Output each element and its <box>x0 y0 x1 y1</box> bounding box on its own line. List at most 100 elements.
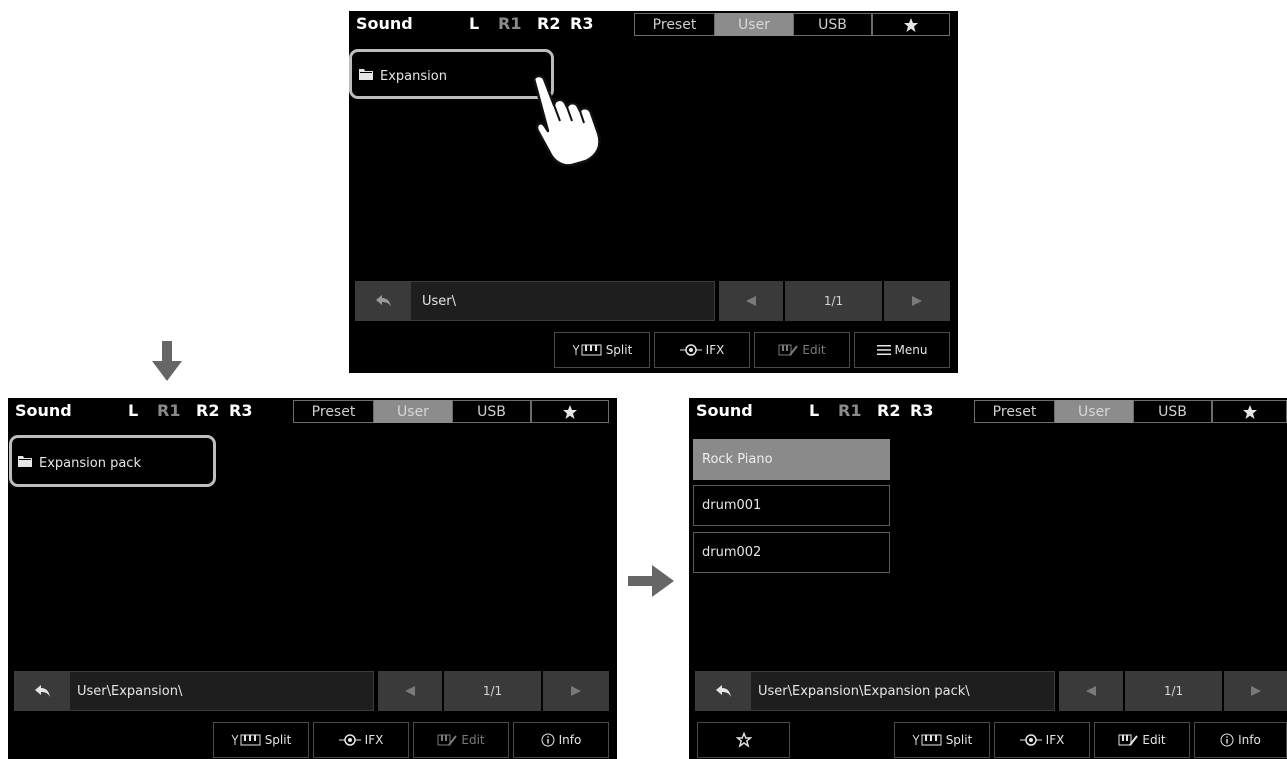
ifx-button[interactable]: IFX <box>313 722 409 758</box>
split-button[interactable]: Split <box>554 332 650 368</box>
back-arrow-icon <box>34 685 50 697</box>
edit-icon <box>437 734 458 746</box>
arrow-right-icon <box>628 565 674 597</box>
ifx-icon <box>338 734 361 746</box>
edit-label: Edit <box>461 733 485 747</box>
screen-user-root: Sound L R1 R2 R3 Preset User USB Expansi… <box>349 11 958 373</box>
list-item[interactable]: Rock Piano <box>693 439 890 480</box>
part-r2[interactable]: R2 <box>877 401 900 420</box>
part-r1[interactable]: R1 <box>498 14 521 33</box>
ifx-label: IFX <box>1045 733 1065 747</box>
split-button[interactable]: Split <box>213 722 309 758</box>
info-icon <box>541 733 555 747</box>
folder-item[interactable]: Expansion pack <box>18 455 141 471</box>
tab-user[interactable]: User <box>715 13 793 36</box>
prev-page-button[interactable] <box>1059 671 1123 711</box>
ifx-icon <box>1019 734 1042 746</box>
ifx-button[interactable]: IFX <box>654 332 750 368</box>
triangle-right-icon <box>1250 686 1261 696</box>
header-title: Sound <box>696 401 753 420</box>
triangle-right-icon <box>912 296 922 306</box>
edit-button[interactable]: Edit <box>413 722 509 758</box>
folder-item[interactable]: Expansion <box>359 68 447 84</box>
part-r3[interactable]: R3 <box>570 14 593 33</box>
edit-button[interactable]: Edit <box>754 332 850 368</box>
page-indicator: 1/1 <box>785 281 882 321</box>
screen-expansion: Sound L R1 R2 R3 Preset User USB Expansi… <box>8 398 617 759</box>
part-l[interactable]: L <box>469 14 479 33</box>
tab-favorites[interactable] <box>872 13 950 36</box>
part-r1[interactable]: R1 <box>157 401 180 420</box>
triangle-left-icon <box>746 296 756 306</box>
split-label: Split <box>605 343 633 357</box>
edit-label: Edit <box>802 343 826 357</box>
part-r2[interactable]: R2 <box>196 401 219 420</box>
tab-user[interactable]: User <box>374 400 452 423</box>
back-arrow-icon <box>715 685 731 697</box>
triangle-left-icon <box>1086 686 1096 696</box>
header-title: Sound <box>15 401 72 420</box>
list-item[interactable]: drum002 <box>693 532 890 573</box>
menu-button[interactable]: Menu <box>854 332 950 368</box>
tab-preset[interactable]: Preset <box>293 400 374 423</box>
next-page-button[interactable] <box>543 671 609 711</box>
page-indicator: 1/1 <box>444 671 541 711</box>
page-indicator: 1/1 <box>1125 671 1222 711</box>
ifx-label: IFX <box>705 343 725 357</box>
path-bar: User\ <box>355 281 715 321</box>
back-button[interactable] <box>696 672 751 710</box>
path-text: User\Expansion\ <box>77 683 183 699</box>
tab-usb[interactable]: USB <box>793 13 872 36</box>
part-r3[interactable]: R3 <box>229 401 252 420</box>
edit-icon <box>1118 734 1139 746</box>
hand-pointer-icon <box>532 74 601 166</box>
header-title: Sound <box>356 14 413 33</box>
tab-favorites[interactable] <box>531 400 609 423</box>
part-r1[interactable]: R1 <box>838 401 861 420</box>
next-page-button[interactable] <box>884 281 950 321</box>
arrow-down-icon <box>152 341 182 381</box>
edit-label: Edit <box>1142 733 1166 747</box>
tab-favorites[interactable] <box>1212 400 1287 423</box>
folder-label: Expansion <box>380 68 447 84</box>
back-arrow-icon <box>375 295 391 307</box>
folder-icon <box>359 68 373 84</box>
edit-button[interactable]: Edit <box>1094 722 1190 758</box>
tab-usb[interactable]: USB <box>452 400 531 423</box>
split-label: Split <box>945 733 973 747</box>
screen-expansion-pack: Sound L R1 R2 R3 Preset User USB Rock Pi… <box>689 398 1287 759</box>
part-l[interactable]: L <box>809 401 819 420</box>
header-bar: Sound L R1 R2 R3 Preset User USB <box>8 398 617 424</box>
star-icon <box>904 18 918 32</box>
back-button[interactable] <box>356 282 411 320</box>
tab-user[interactable]: User <box>1055 400 1133 423</box>
triangle-left-icon <box>405 686 415 696</box>
tab-usb[interactable]: USB <box>1133 400 1212 423</box>
add-favorite-button[interactable] <box>697 722 790 758</box>
split-icon <box>231 734 261 746</box>
ifx-icon <box>679 344 702 356</box>
next-page-button[interactable] <box>1224 671 1287 711</box>
split-icon <box>912 734 942 746</box>
folder-icon <box>18 455 32 471</box>
info-icon <box>1220 733 1234 747</box>
split-button[interactable]: Split <box>894 722 990 758</box>
info-button[interactable]: Info <box>1194 722 1287 758</box>
part-l[interactable]: L <box>128 401 138 420</box>
part-r3[interactable]: R3 <box>910 401 933 420</box>
header-bar: Sound L R1 R2 R3 Preset User USB <box>349 11 958 37</box>
header-bar: Sound L R1 R2 R3 Preset User USB <box>689 398 1287 424</box>
split-label: Split <box>264 733 292 747</box>
path-bar: User\Expansion\Expansion pack\ <box>695 671 1055 711</box>
list-item[interactable]: drum001 <box>693 485 890 526</box>
tab-preset[interactable]: Preset <box>634 13 715 36</box>
prev-page-button[interactable] <box>378 671 442 711</box>
back-button[interactable] <box>15 672 70 710</box>
part-r2[interactable]: R2 <box>537 14 560 33</box>
path-bar: User\Expansion\ <box>14 671 374 711</box>
ifx-button[interactable]: IFX <box>994 722 1090 758</box>
info-button[interactable]: Info <box>513 722 609 758</box>
tab-preset[interactable]: Preset <box>974 400 1055 423</box>
edit-icon <box>778 344 799 356</box>
prev-page-button[interactable] <box>719 281 783 321</box>
